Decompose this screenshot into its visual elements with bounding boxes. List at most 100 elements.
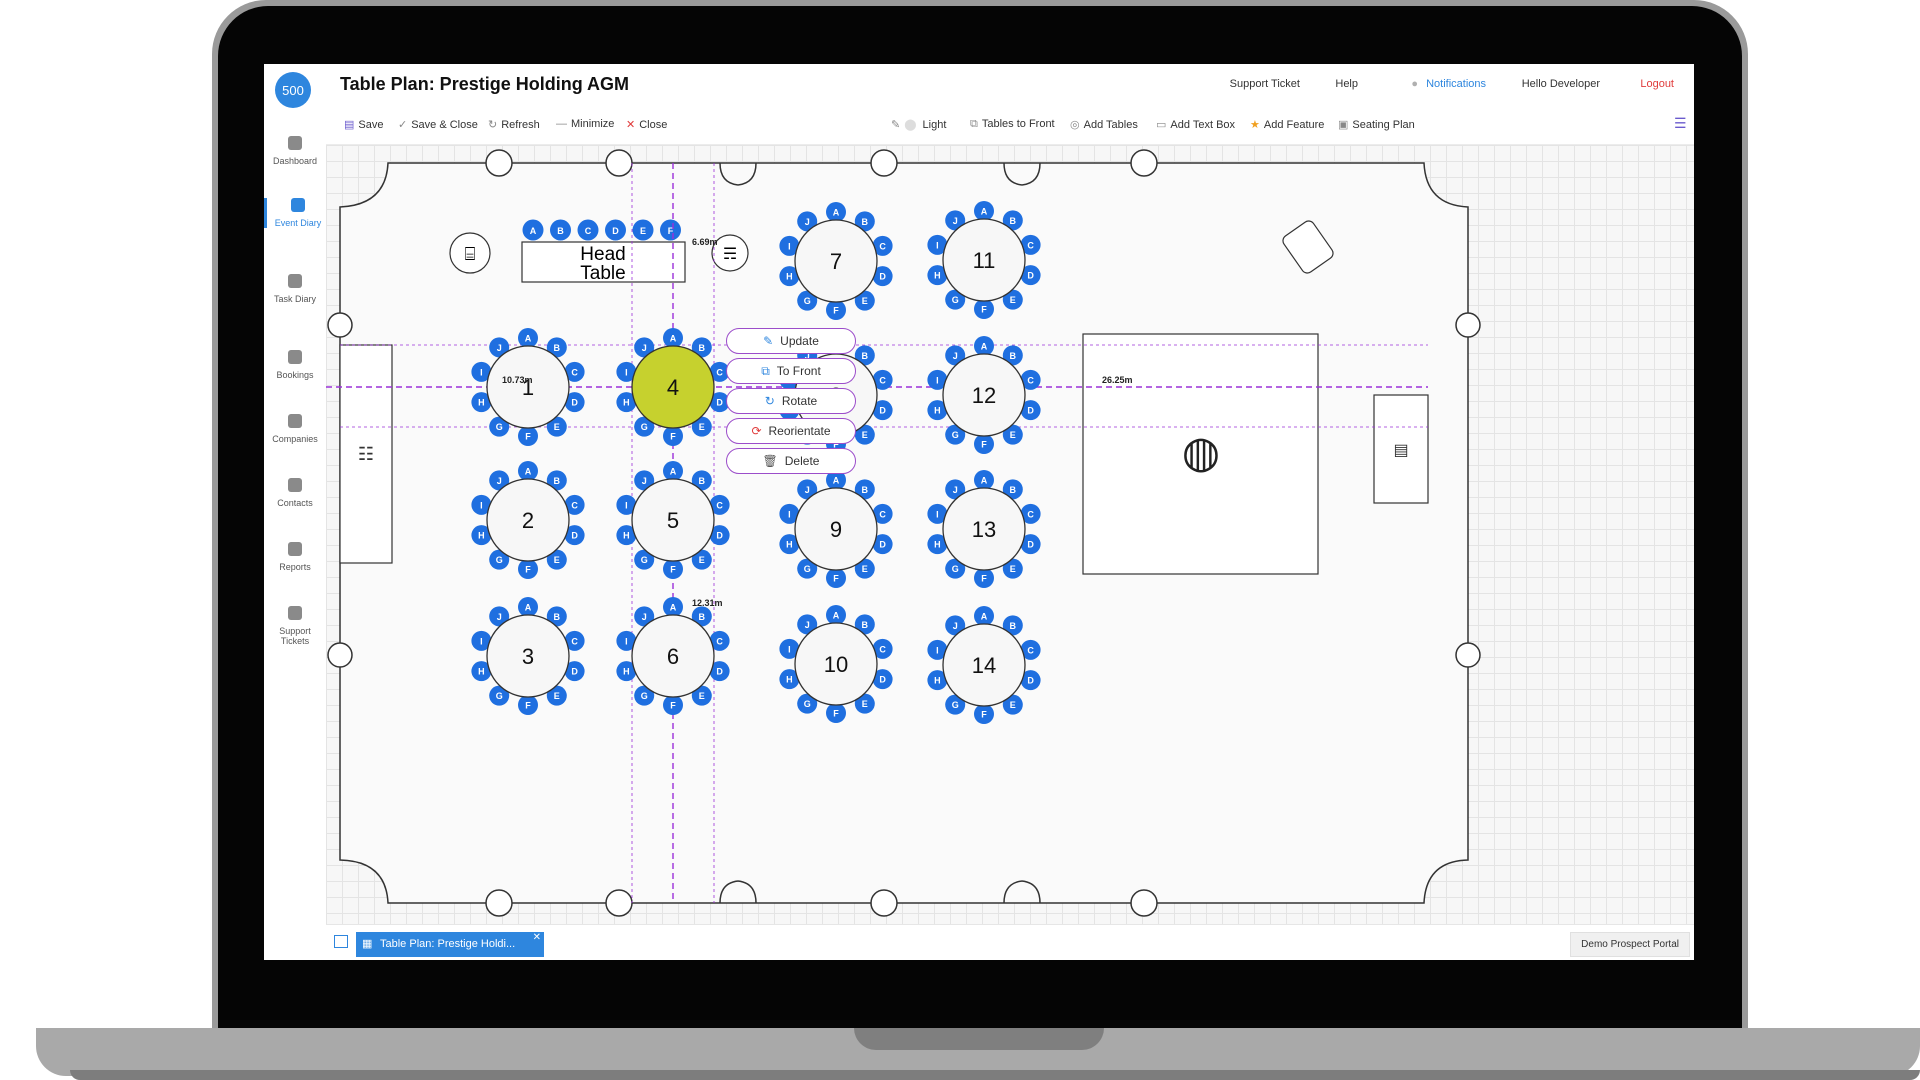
seat-label: B xyxy=(1010,485,1017,495)
reorientate-label: Reorientate xyxy=(768,424,831,438)
seat-label: G xyxy=(641,691,648,701)
refresh-button[interactable]: ↻ Refresh xyxy=(488,118,540,131)
seat-label: E xyxy=(554,555,560,565)
building-icon xyxy=(288,414,302,428)
minimize-button[interactable]: — Minimize xyxy=(556,118,614,130)
add-text-box-button[interactable]: ▭ Add Text Box xyxy=(1156,118,1235,131)
seat-label: F xyxy=(833,306,839,316)
seating-plan-label: Seating Plan xyxy=(1352,119,1415,131)
tables-to-front-button[interactable]: ⧉ Tables to Front xyxy=(970,118,1055,131)
seat-label: H xyxy=(623,531,630,541)
table-number: 12 xyxy=(972,383,996,408)
sidebar-item-companies[interactable]: Companies xyxy=(264,414,326,444)
head-seat-label: C xyxy=(585,226,592,236)
support-ticket-link[interactable]: Support Ticket xyxy=(1230,78,1300,90)
circle-plus-icon: ◎ xyxy=(1070,119,1080,131)
seat-label: C xyxy=(1027,375,1034,385)
reorientate-menu-button[interactable]: ⟳ Reorientate xyxy=(726,418,856,444)
seat-label: D xyxy=(879,406,886,416)
seat-label: E xyxy=(699,422,705,432)
close-button[interactable]: ✕ Close xyxy=(626,118,667,131)
task-tab-label: Table Plan: Prestige Holdi... xyxy=(380,938,516,950)
pillar-notch xyxy=(605,149,633,177)
seat-label: G xyxy=(952,430,959,440)
calendar-icon xyxy=(291,198,305,212)
save-button[interactable]: ▤ Save xyxy=(344,118,383,131)
seat-label: H xyxy=(623,667,630,677)
seat-label: J xyxy=(953,485,958,495)
update-menu-button[interactable]: ✎ Update xyxy=(726,328,856,354)
seat-label: B xyxy=(862,217,869,227)
pillar-notch xyxy=(870,149,898,177)
seat-label: B xyxy=(699,343,706,353)
floor-plan-canvas[interactable]: ☷ ▤ ◍ ⌸ ☴ Head Table A B C D E F ABCDEFGHIJ1ABCDEFGH… xyxy=(326,145,1694,924)
seat-label: D xyxy=(716,667,723,677)
add-tables-label: Add Tables xyxy=(1083,119,1138,131)
app-logo[interactable]: 500 xyxy=(275,72,311,108)
theme-toggle[interactable]: ✎ ⬤ Light xyxy=(891,118,946,131)
save-close-button[interactable]: ✓ Save & Close xyxy=(398,118,478,131)
sidebar-item-label: Reports xyxy=(279,562,311,572)
sidebar-item-reports[interactable]: Reports xyxy=(264,542,326,572)
pillar-notch xyxy=(327,642,353,668)
seat-label: C xyxy=(716,636,723,646)
help-link[interactable]: Help xyxy=(1335,78,1358,90)
logout-link[interactable]: Logout xyxy=(1640,78,1674,90)
bell-icon[interactable]: ● xyxy=(1411,78,1418,90)
sidebar-item-contacts[interactable]: Contacts xyxy=(264,478,326,508)
seat-label: J xyxy=(805,485,810,495)
report-icon xyxy=(288,542,302,556)
seat-label: E xyxy=(1010,295,1016,305)
sidebar-item-label: Bookings xyxy=(276,370,314,380)
sidebar-item-dashboard[interactable]: Dashboard xyxy=(264,136,326,166)
seat-label: G xyxy=(641,555,648,565)
sidebar-item-support-tickets[interactable]: Support Tickets xyxy=(264,606,326,646)
seat-label: D xyxy=(879,272,886,282)
sidebar-item-event-diary[interactable]: Event Diary xyxy=(264,198,329,228)
seat-label: B xyxy=(862,351,869,361)
seat-label: J xyxy=(497,612,502,622)
portal-button[interactable]: Demo Prospect Portal xyxy=(1570,932,1690,957)
pillar-notch xyxy=(605,889,633,917)
notifications-link[interactable]: Notifications xyxy=(1426,78,1486,90)
menu-icon[interactable]: ☰ xyxy=(1674,115,1687,132)
add-tables-button[interactable]: ◎ Add Tables xyxy=(1070,118,1138,131)
tab-close-icon[interactable]: ✕ xyxy=(533,932,541,950)
seat-label: D xyxy=(1027,676,1034,686)
seat-label: J xyxy=(805,217,810,227)
seat-label: B xyxy=(554,612,561,622)
seat-label: H xyxy=(934,676,941,686)
table-number: 11 xyxy=(973,248,996,273)
sidebar-item-label: Contacts xyxy=(277,498,313,508)
seat-label: E xyxy=(699,691,705,701)
rotate-menu-button[interactable]: ↻ Rotate xyxy=(726,388,856,414)
seat-label: J xyxy=(953,621,958,631)
window-icon[interactable] xyxy=(334,935,348,948)
seat-label: F xyxy=(670,701,676,711)
seat-label: E xyxy=(862,430,868,440)
add-feature-button[interactable]: ★ Add Feature xyxy=(1250,118,1324,131)
to-front-menu-button[interactable]: ⧉ To Front xyxy=(726,358,856,384)
table-number: 13 xyxy=(972,517,996,542)
seat-label: A xyxy=(981,207,988,217)
header: Table Plan: Prestige Holding AGM Support… xyxy=(326,64,1694,106)
minus-icon: — xyxy=(556,118,567,130)
seat-label: B xyxy=(699,476,706,486)
reorientate-icon: ⟳ xyxy=(751,424,762,438)
seat-label: D xyxy=(879,540,886,550)
delete-menu-button[interactable]: 🗑 Delete xyxy=(726,448,856,474)
seat-label: H xyxy=(478,667,485,677)
seat-label: F xyxy=(981,305,987,315)
seat-label: G xyxy=(496,555,503,565)
to-front-label: To Front xyxy=(776,364,821,378)
seat-label: H xyxy=(478,398,485,408)
sidebar-item-label: Task Diary xyxy=(273,294,316,304)
seat-label: C xyxy=(716,500,723,510)
sidebar-item-task-diary[interactable]: Task Diary xyxy=(264,274,326,304)
seat-label: F xyxy=(833,574,839,584)
seating-plan-button[interactable]: ▣ Seating Plan xyxy=(1338,118,1415,131)
sidebar-item-bookings[interactable]: Bookings xyxy=(264,350,326,380)
task-tab[interactable]: ▦ Table Plan: Prestige Holdi... ✕ xyxy=(356,932,544,957)
seat-label: E xyxy=(1010,564,1016,574)
seat-label: G xyxy=(952,295,959,305)
